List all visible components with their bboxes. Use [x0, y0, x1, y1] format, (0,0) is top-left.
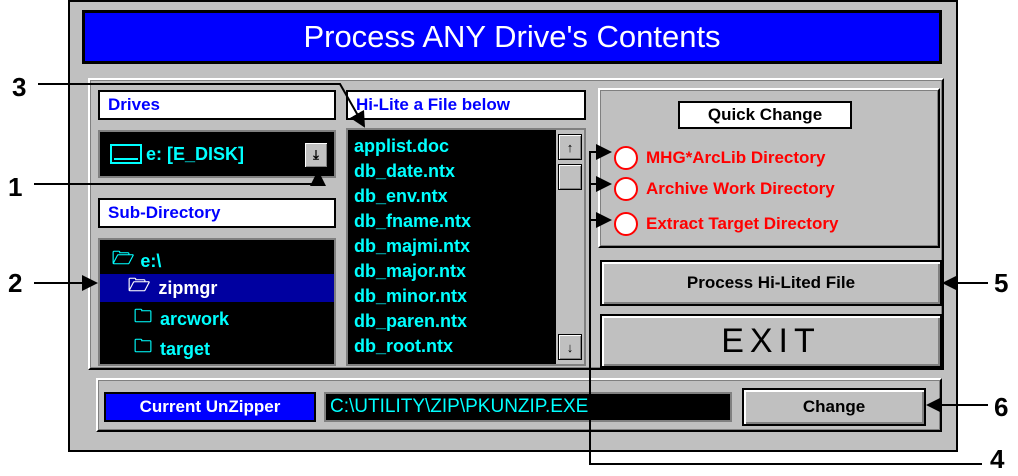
callout-3-line — [38, 83, 365, 128]
callout-4-line — [589, 144, 982, 465]
callout-lines — [34, 83, 988, 465]
callout-1-line — [34, 170, 326, 186]
